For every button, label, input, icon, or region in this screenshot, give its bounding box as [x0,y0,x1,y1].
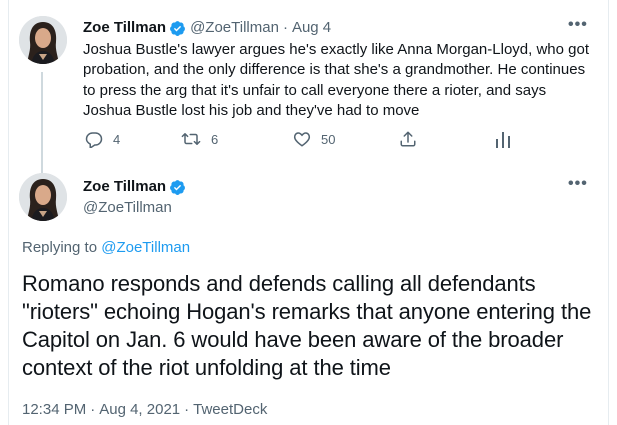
tweet-text: Romano responds and defends calling all … [22,271,592,380]
author-name[interactable]: Zoe Tillman [83,18,166,38]
tweet-metadata: 12:34 PM · Aug 4, 2021 · TweetDeck [22,400,267,420]
reply-count: 4 [113,131,121,147]
separator-dot: · [184,401,190,418]
tweet-header: Zoe Tillman @ZoeTillman · Aug 4 [83,18,331,38]
tweet-source[interactable]: TweetDeck [193,401,267,418]
like-icon [293,132,311,147]
more-options-icon[interactable]: ••• [568,16,588,34]
reply-button[interactable]: 4 [85,130,120,148]
separator-dot: · [90,401,96,418]
retweet-icon [181,133,201,145]
avatar[interactable] [19,16,67,64]
share-icon [400,131,416,147]
tweet-previous[interactable]: Zoe Tillman @ZoeTillman · Aug 4 ••• Josh… [8,0,609,176]
tweet-actions-bar: 4 6 50 [83,130,533,154]
replying-to-handle-link[interactable]: @ZoeTillman [101,239,190,256]
retweet-count: 6 [211,131,219,147]
author-handle[interactable]: @ZoeTillman [190,18,279,38]
analytics-icon [496,132,510,148]
avatar-image [19,173,67,221]
tweet-full-date[interactable]: Aug 4, 2021 [99,401,180,418]
verified-badge-icon [170,20,186,36]
retweet-button[interactable]: 6 [181,130,218,148]
replying-to: Replying to @ZoeTillman [22,238,190,258]
tweet-focused: Zoe Tillman @ZoeTillman ••• Replying to … [8,160,609,425]
reply-icon [85,132,103,148]
avatar[interactable] [19,173,67,221]
author-handle[interactable]: @ZoeTillman [83,198,172,218]
more-options-icon[interactable]: ••• [568,175,588,193]
tweet-date[interactable]: Aug 4 [292,18,331,38]
tweet-text: Joshua Bustle's lawyer argues he's exact… [83,41,590,119]
separator-dot: · [282,19,288,36]
author-name[interactable]: Zoe Tillman [83,177,166,197]
analytics-button[interactable] [495,130,521,148]
replying-to-label: Replying to [22,239,102,256]
like-count: 50 [321,131,336,147]
share-button[interactable] [399,130,427,148]
like-button[interactable]: 50 [293,130,335,148]
tweet-time[interactable]: 12:34 PM [22,401,86,418]
avatar-image [19,16,67,64]
author-name-row: Zoe Tillman [83,177,190,197]
verified-badge-icon [170,179,186,195]
